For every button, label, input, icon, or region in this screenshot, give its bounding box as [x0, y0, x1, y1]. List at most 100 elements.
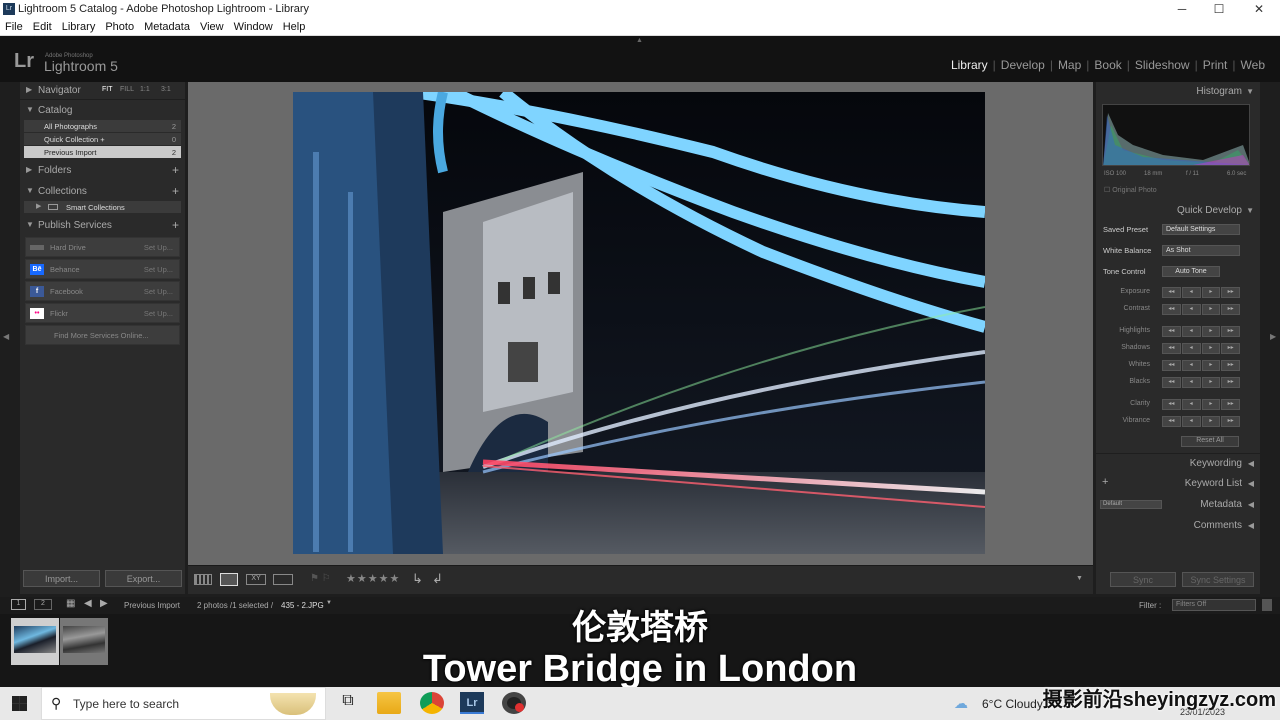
publish-facebook[interactable]: f Facebook Set Up... — [25, 281, 180, 301]
collapse-arrow-icon: ▼ — [1246, 206, 1254, 215]
catalog-header[interactable]: ▼ Catalog — [20, 102, 185, 120]
auto-tone-button[interactable]: Auto Tone — [1162, 266, 1220, 277]
clarity-slider[interactable]: Clarity ◂◂ ◂ ▸ ▸▸ — [1096, 396, 1260, 413]
module-develop[interactable]: Develop — [996, 58, 1050, 72]
collections-header[interactable]: ▼ Collections + — [20, 183, 185, 201]
zoom-3-1[interactable]: 3:1 — [161, 86, 171, 93]
rotate-right-icon[interactable]: ↲ — [432, 571, 443, 587]
add-keyword-icon[interactable]: + — [1102, 476, 1108, 488]
survey-view-icon[interactable] — [273, 574, 293, 585]
publish-behance[interactable]: Bē Behance Set Up... — [25, 259, 180, 279]
module-web[interactable]: Web — [1236, 58, 1270, 72]
add-folder-icon[interactable]: + — [172, 163, 179, 177]
publish-services-label: Publish Services — [38, 220, 112, 231]
navigator-header[interactable]: ▶ Navigator FIT FILL 1:1 3:1 — [20, 82, 185, 100]
module-map[interactable]: Map — [1053, 58, 1086, 72]
minimize-button[interactable]: ─ — [1172, 2, 1192, 17]
vibrance-slider[interactable]: Vibrance ◂◂ ◂ ▸ ▸▸ — [1096, 413, 1260, 430]
menu-edit[interactable]: Edit — [28, 19, 57, 33]
import-button[interactable]: Import... — [23, 570, 100, 587]
sync-button[interactable]: Sync — [1110, 572, 1176, 587]
start-windows-icon[interactable] — [12, 696, 27, 711]
collapse-left-icon[interactable]: ◀ — [3, 332, 9, 341]
smart-collections-item[interactable]: ▶ Smart Collections — [24, 201, 181, 214]
taskbar-search-box[interactable]: ⚲ Type here to search — [41, 687, 326, 720]
highlights-slider[interactable]: Highlights ◂◂ ◂ ▸ ▸▸ — [1096, 323, 1260, 340]
zoom-fit[interactable]: FIT — [102, 86, 113, 93]
add-collection-icon[interactable]: + — [172, 184, 179, 198]
zoom-1-1[interactable]: 1:1 — [140, 86, 150, 93]
contrast-slider[interactable]: Contrast ◂◂ ◂ ▸ ▸▸ — [1096, 301, 1260, 318]
app-taskbar-icon[interactable] — [502, 692, 526, 714]
maximize-button[interactable]: ☐ — [1209, 2, 1229, 17]
saved-preset-row: Saved Preset Default Settings — [1096, 221, 1260, 238]
menu-file[interactable]: File — [0, 19, 28, 33]
module-library[interactable]: Library — [946, 58, 993, 72]
menu-view[interactable]: View — [195, 19, 229, 33]
identity-plate: Lr Adobe Photoshop Lightroom 5 ▲ Library… — [0, 36, 1280, 82]
windows-logo-icon — [12, 696, 27, 711]
file-explorer-icon[interactable] — [377, 692, 401, 714]
lightroom-taskbar-icon[interactable]: Lr — [460, 692, 484, 714]
star-rating[interactable]: ★★★★★ — [346, 572, 400, 585]
white-balance-select[interactable]: As Shot — [1162, 245, 1240, 256]
metadata-header[interactable]: Default Metadata ◀ — [1096, 495, 1260, 515]
expand-arrow-icon: ◀ — [1247, 459, 1254, 468]
menu-help[interactable]: Help — [278, 19, 311, 33]
find-more-services-button[interactable]: Find More Services Online... — [25, 325, 180, 345]
tone-control-row: Tone Control Auto Tone — [1096, 263, 1260, 280]
exposure-slider[interactable]: Exposure ◂◂ ◂ ▸ ▸▸ — [1096, 284, 1260, 301]
publish-hard-drive[interactable]: Hard Drive Set Up... — [25, 237, 180, 257]
keyword-list-header[interactable]: + Keyword List ◀ — [1096, 474, 1260, 494]
close-button[interactable]: ✕ — [1249, 2, 1269, 17]
whites-slider[interactable]: Whites ◂◂ ◂ ▸ ▸▸ — [1096, 357, 1260, 374]
tower-bridge-image — [293, 92, 985, 554]
publish-services-header[interactable]: ▼ Publish Services + — [20, 217, 185, 235]
menu-metadata[interactable]: Metadata — [139, 19, 195, 33]
saved-preset-select[interactable]: Default Settings — [1162, 224, 1240, 235]
sync-settings-button[interactable]: Sync Settings — [1182, 572, 1254, 587]
module-print[interactable]: Print — [1198, 58, 1233, 72]
module-slideshow[interactable]: Slideshow — [1130, 58, 1195, 72]
tower-bridge-photo[interactable] — [293, 92, 985, 554]
task-view-icon[interactable]: ⧉ — [336, 692, 360, 714]
menu-photo[interactable]: Photo — [100, 19, 139, 33]
left-panel: ▶ Navigator FIT FILL 1:1 3:1 ▼ Catalog A… — [20, 82, 185, 594]
chrome-icon[interactable] — [420, 692, 444, 714]
histogram-header[interactable]: Histogram ▼ — [1096, 82, 1260, 102]
module-book[interactable]: Book — [1089, 58, 1126, 72]
collapse-arrow-icon: ▼ — [1246, 87, 1254, 96]
comments-header[interactable]: Comments ◀ — [1096, 516, 1260, 536]
lightroom-app-icon: Lr — [3, 3, 15, 15]
zoom-fill[interactable]: FILL — [120, 86, 134, 93]
rotate-left-icon[interactable]: ↳ — [412, 571, 423, 587]
blacks-slider[interactable]: Blacks ◂◂ ◂ ▸ ▸▸ — [1096, 374, 1260, 391]
add-publish-service-icon[interactable]: + — [172, 218, 179, 232]
keywording-header[interactable]: Keywording ◀ — [1096, 453, 1260, 473]
menu-library[interactable]: Library — [57, 19, 101, 33]
expand-arrow-icon: ▶ — [26, 165, 33, 174]
menu-window[interactable]: Window — [229, 19, 278, 33]
collapse-right-icon[interactable]: ▶ — [1270, 332, 1276, 341]
quick-develop-header[interactable]: Quick Develop ▼ — [1096, 201, 1260, 221]
grid-view-icon[interactable] — [194, 574, 212, 585]
catalog-quick-collection[interactable]: Quick Collection +0 — [24, 133, 181, 146]
reset-all-button[interactable]: Reset All — [1181, 436, 1239, 447]
metadata-preset-select[interactable]: Default — [1100, 500, 1162, 509]
flag-icon[interactable]: ⚑ ⚐ — [310, 573, 331, 584]
menu-bar: File Edit Library Photo Metadata View Window He… — [0, 19, 1280, 36]
toolbar-options-chevron-icon[interactable]: ▼ — [1076, 575, 1083, 582]
shadows-slider[interactable]: Shadows ◂◂ ◂ ▸ ▸▸ — [1096, 340, 1260, 357]
export-button[interactable]: Export... — [105, 570, 182, 587]
collapse-top-icon[interactable]: ▲ — [636, 37, 643, 44]
weather-text[interactable]: 6°C Cloudy — [982, 697, 1043, 711]
folders-header[interactable]: ▶ Folders + — [20, 162, 185, 180]
loupe-view-icon[interactable] — [220, 573, 238, 586]
publish-flickr[interactable]: •• Flickr Set Up... — [25, 303, 180, 323]
compare-view-icon[interactable]: XY — [246, 574, 266, 585]
catalog-all-photographs[interactable]: All Photographs 2 — [24, 120, 181, 133]
library-toolbar: XY ⚑ ⚐ ★★★★★ ↳ ↲ ▼ — [188, 565, 1093, 594]
product-name: Lightroom 5 — [44, 58, 118, 74]
catalog-previous-import[interactable]: Previous Import 2 — [24, 146, 181, 159]
original-photo-checkbox[interactable]: ☐ Original Photo — [1104, 186, 1157, 194]
